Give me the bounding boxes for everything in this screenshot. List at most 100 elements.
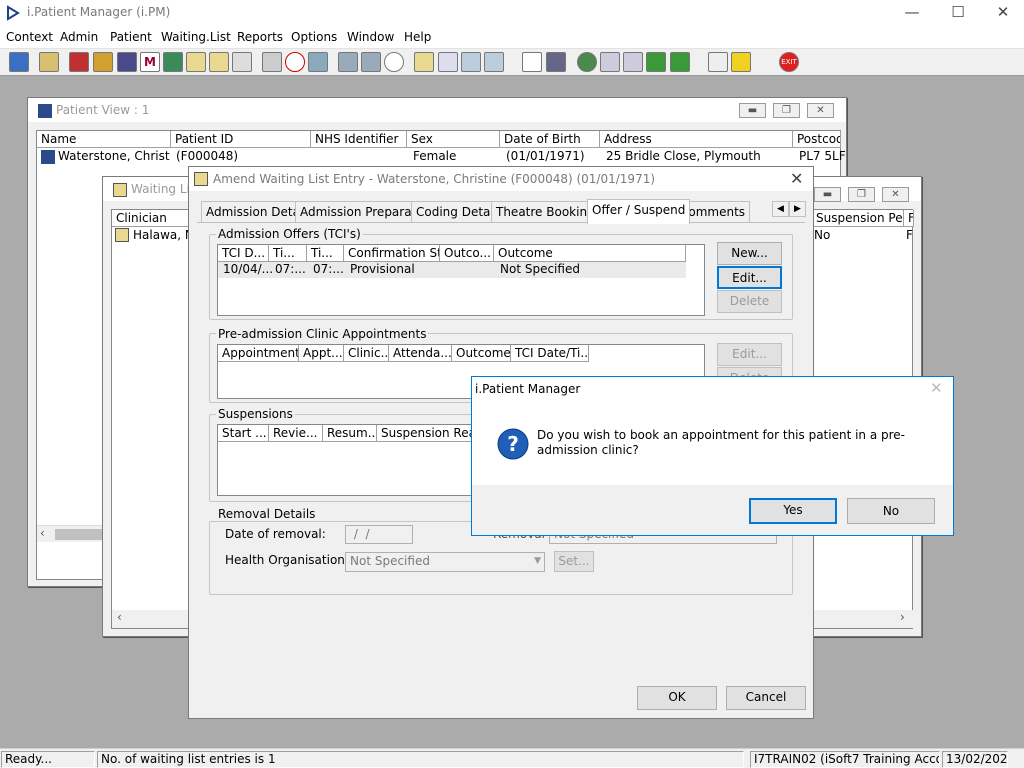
tab-scroll-right-icon[interactable]: ▶	[789, 201, 806, 217]
confirm-close-icon[interactable]: ✕	[930, 379, 943, 397]
notes-icon[interactable]	[93, 52, 113, 72]
scroll-left-icon[interactable]: ‹	[40, 526, 45, 540]
swap-icon[interactable]	[708, 52, 728, 72]
green-arrows-icon[interactable]	[646, 52, 666, 72]
chart-icon[interactable]	[361, 52, 381, 72]
col-postcode[interactable]: Postcod	[793, 131, 841, 148]
minimize-button[interactable]: —	[889, 0, 935, 27]
table-row[interactable]: Waterstone, Christine... (F000048) Femal…	[37, 148, 846, 165]
cell-address: 25 Bridle Close, Plymouth	[606, 149, 761, 163]
offer-new-button[interactable]: New...	[717, 242, 782, 265]
chevron-down-icon[interactable]: ▼	[534, 553, 541, 570]
status-ready: Ready...	[1, 751, 95, 768]
col-outcome-short[interactable]: Outco...	[440, 245, 494, 262]
pv-minimize-button[interactable]: ▬	[739, 103, 766, 118]
col-appt[interactable]: Appt...	[299, 345, 344, 362]
col-dob[interactable]: Date of Birth	[500, 131, 600, 148]
warning-icon[interactable]	[731, 52, 751, 72]
col-pa-outcome[interactable]: Outcome	[452, 345, 511, 362]
date-of-removal-field[interactable]: / /	[345, 525, 413, 544]
patient-search-icon[interactable]	[9, 52, 29, 72]
col-time-2[interactable]: Ti...	[307, 245, 344, 262]
col-name[interactable]: Name	[37, 131, 171, 148]
tab-scroll-left-icon[interactable]: ◀	[772, 201, 789, 217]
amend-window-icon	[194, 172, 208, 186]
clock-icon[interactable]	[285, 52, 305, 72]
clipboard-icon[interactable]	[600, 52, 620, 72]
scroll-left-icon[interactable]: ‹	[117, 610, 122, 624]
cell-extra: F	[906, 228, 913, 242]
wl-restore-button[interactable]: ❐	[848, 187, 875, 202]
tab-offer-suspend[interactable]: Offer / Suspend	[587, 199, 691, 224]
schedule-icon[interactable]	[338, 52, 358, 72]
scroll-right-icon[interactable]: ›	[900, 610, 905, 624]
col-tci-datetime[interactable]: TCI Date/Ti...	[511, 345, 589, 362]
no-button[interactable]: No	[847, 498, 935, 524]
col-resume[interactable]: Resum...	[323, 425, 377, 442]
menu-help[interactable]: Help	[404, 30, 431, 44]
timer-icon[interactable]	[384, 52, 404, 72]
cancel-button[interactable]: Cancel	[726, 686, 806, 710]
person-icon[interactable]	[163, 52, 183, 72]
col-sex[interactable]: Sex	[407, 131, 500, 148]
table-row[interactable]: 10/04/... 07:... 07:... Provisional Not …	[218, 262, 686, 278]
wl-close-button[interactable]: ✕	[882, 187, 909, 202]
col-tci-date[interactable]: TCI D...	[218, 245, 269, 262]
waiting-list-icon[interactable]	[414, 52, 434, 72]
col-time-1[interactable]: Ti...	[269, 245, 307, 262]
ambulance-icon[interactable]	[209, 52, 229, 72]
close-button[interactable]: ✕	[980, 0, 1024, 27]
col-extra[interactable]: F	[904, 210, 914, 227]
yes-button[interactable]: Yes	[749, 498, 837, 524]
preadmission-edit-button[interactable]: Edit...	[717, 343, 782, 366]
bar-chart-icon[interactable]	[546, 52, 566, 72]
col-confirmation-status[interactable]: Confirmation St...	[344, 245, 440, 262]
admit-icon[interactable]	[484, 52, 504, 72]
menu-reports[interactable]: Reports	[237, 30, 283, 44]
green-check-icon[interactable]	[670, 52, 690, 72]
film-icon[interactable]	[117, 52, 137, 72]
patient-icon	[41, 150, 55, 164]
menu-waiting-list[interactable]: Waiting.List	[161, 30, 231, 44]
col-review[interactable]: Revie...	[269, 425, 323, 442]
pv-close-button[interactable]: ✕	[807, 103, 834, 118]
col-outcome[interactable]: Outcome	[494, 245, 686, 262]
menu-options[interactable]: Options	[291, 30, 337, 44]
col-suspension-period[interactable]: Suspension Per...	[812, 210, 904, 227]
offer-edit-button[interactable]: Edit...	[717, 266, 782, 289]
register-icon[interactable]	[39, 52, 59, 72]
menu-patient[interactable]: Patient	[110, 30, 152, 44]
list-check-icon[interactable]	[438, 52, 458, 72]
col-clinician[interactable]: Clinician	[112, 210, 192, 227]
transport-icon[interactable]	[232, 52, 252, 72]
document-icon[interactable]	[522, 52, 542, 72]
col-clinic[interactable]: Clinic...	[344, 345, 389, 362]
wl-minimize-button[interactable]: ▬	[814, 187, 841, 202]
app-logo-icon	[7, 5, 20, 21]
health-organisation-select[interactable]: Not Specified ▼	[345, 552, 545, 572]
transfer-icon[interactable]	[461, 52, 481, 72]
menu-admin[interactable]: Admin	[60, 30, 98, 44]
exit-icon[interactable]: EXIT	[779, 52, 799, 72]
col-start[interactable]: Start ...	[218, 425, 269, 442]
col-attendance[interactable]: Attenda...	[389, 345, 452, 362]
amend-close-button[interactable]: ✕	[790, 169, 803, 188]
scissors-icon[interactable]	[262, 52, 282, 72]
maximize-button[interactable]: ☐	[935, 0, 981, 27]
form-icon[interactable]	[186, 52, 206, 72]
mail-icon[interactable]: M	[140, 52, 160, 72]
pv-restore-button[interactable]: ❐	[773, 103, 800, 118]
col-nhs-identifier[interactable]: NHS Identifier	[311, 131, 407, 148]
ok-button[interactable]: OK	[637, 686, 717, 710]
offer-delete-button[interactable]: Delete	[717, 290, 782, 313]
set-button[interactable]: Set...	[554, 551, 594, 572]
col-address[interactable]: Address	[600, 131, 793, 148]
monitor-icon[interactable]	[308, 52, 328, 72]
globe-icon[interactable]	[577, 52, 597, 72]
col-appointment[interactable]: Appointment	[218, 345, 299, 362]
menu-window[interactable]: Window	[347, 30, 394, 44]
checklist-icon[interactable]	[623, 52, 643, 72]
book-icon[interactable]	[69, 52, 89, 72]
menu-context[interactable]: Context	[6, 30, 53, 44]
col-patient-id[interactable]: Patient ID	[171, 131, 311, 148]
